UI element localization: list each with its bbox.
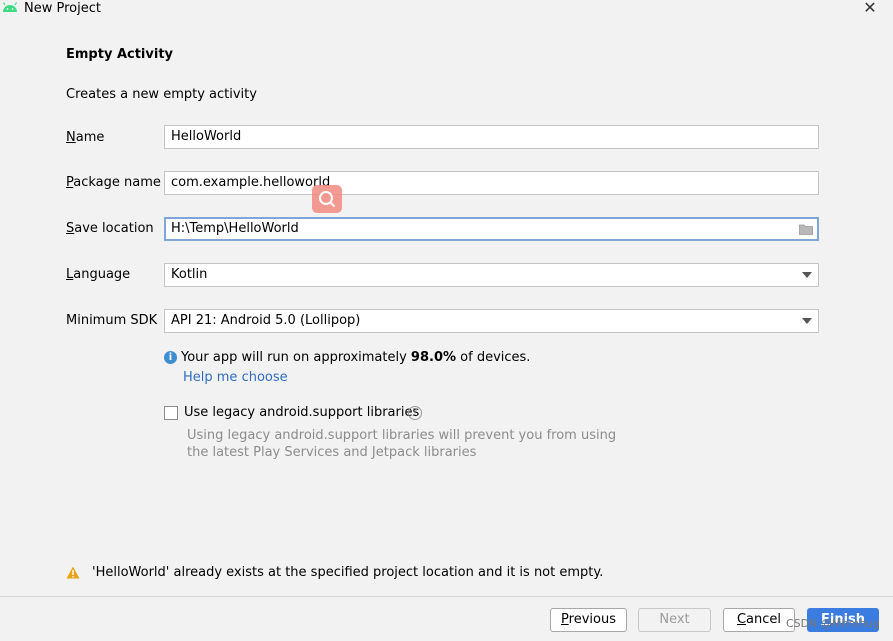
previous-button[interactable]: Previous — [550, 608, 627, 632]
legacy-support-hint: Using legacy android.support libraries w… — [187, 428, 617, 460]
save-location-input[interactable]: H:\Temp\HelloWorld — [164, 217, 819, 241]
footer-divider — [0, 596, 893, 597]
title-bar: New Project ✕ — [0, 0, 893, 20]
language-select[interactable]: Kotlin — [164, 263, 819, 287]
minimum-sdk-select[interactable]: API 21: Android 5.0 (Lollipop) — [164, 309, 819, 333]
info-icon: i — [164, 351, 177, 364]
next-button[interactable]: Next — [638, 608, 711, 632]
cancel-button[interactable]: Cancel — [723, 608, 795, 632]
language-label: Language — [66, 267, 131, 282]
minimum-sdk-label: Minimum SDK — [66, 313, 158, 328]
name-input[interactable]: HelloWorld — [164, 125, 819, 149]
chevron-down-icon — [802, 272, 812, 278]
legacy-support-checkbox[interactable] — [164, 406, 178, 420]
save-location-label: Save location — [66, 221, 154, 236]
package-name-label: Package name — [66, 175, 161, 190]
page-title: Empty Activity — [66, 47, 174, 62]
device-coverage-text: Your app will run on approximately 98.0%… — [181, 350, 531, 365]
legacy-support-label[interactable]: Use legacy android.support libraries — [184, 405, 419, 420]
question-icon[interactable]: ? — [408, 406, 422, 420]
chevron-down-icon — [802, 318, 812, 324]
window-title: New Project — [24, 1, 101, 16]
search-icon — [319, 191, 336, 208]
search-overlay-button[interactable] — [312, 185, 342, 213]
watermark-text: CSDN @Mhmhug — [786, 617, 880, 630]
help-me-choose-link[interactable]: Help me choose — [183, 370, 288, 385]
folder-icon[interactable] — [799, 223, 813, 235]
android-icon — [2, 2, 18, 12]
page-description: Creates a new empty activity — [66, 87, 257, 102]
warning-icon — [66, 566, 80, 579]
name-label: Name — [66, 130, 105, 145]
package-name-input[interactable]: com.example.helloworld — [164, 171, 819, 195]
close-icon[interactable]: ✕ — [861, 0, 879, 18]
warning-message: 'HelloWorld' already exists at the speci… — [92, 565, 604, 580]
